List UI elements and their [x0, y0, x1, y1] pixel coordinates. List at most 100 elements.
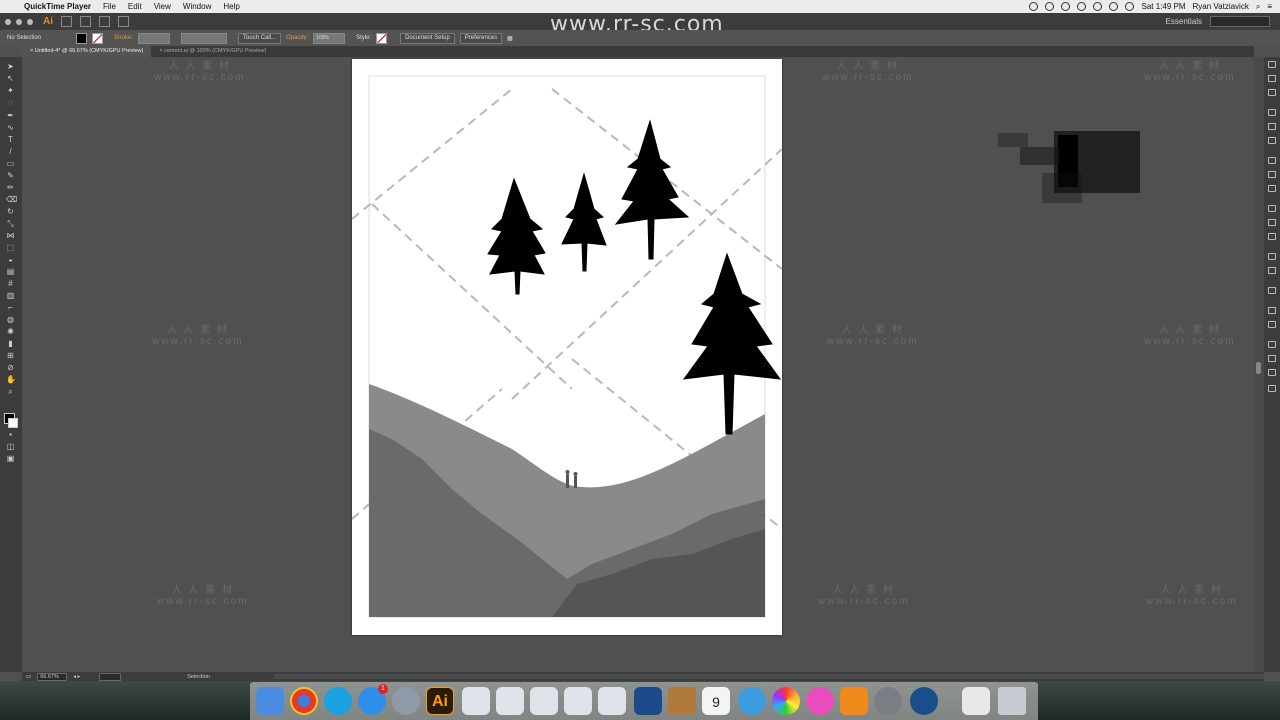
- menu-view[interactable]: View: [148, 2, 177, 11]
- downloads-stack-icon[interactable]: [962, 687, 990, 715]
- color-mode-icon[interactable]: ▪: [6, 431, 15, 439]
- line-tool-icon[interactable]: /: [6, 148, 15, 156]
- curvature-tool-icon[interactable]: ∿: [6, 124, 15, 132]
- image-trace-panel-icon[interactable]: [1268, 233, 1276, 240]
- photos-icon[interactable]: [772, 687, 800, 715]
- sync-icon[interactable]: [1045, 2, 1055, 11]
- eraser-tool-icon[interactable]: ⌫: [6, 196, 17, 204]
- symbols-panel-icon[interactable]: [1268, 137, 1276, 144]
- character-panel-icon[interactable]: [1268, 341, 1276, 348]
- arrange-documents-icon[interactable]: [99, 16, 110, 27]
- bridge-icon[interactable]: [61, 16, 72, 27]
- garageband-icon[interactable]: [668, 687, 696, 715]
- screen-mode-icon[interactable]: ▣: [6, 455, 15, 463]
- perspective-grid-tool-icon[interactable]: ▤: [6, 268, 15, 276]
- column-graph-tool-icon[interactable]: ▮: [6, 340, 15, 348]
- paintbrush-tool-icon[interactable]: ✎: [6, 172, 15, 180]
- document-icon[interactable]: [564, 687, 592, 715]
- calendar-icon[interactable]: 9: [702, 687, 730, 715]
- notification-center-icon[interactable]: ≡: [1267, 2, 1272, 11]
- stock-icon[interactable]: [80, 16, 91, 27]
- status-mode[interactable]: Selection: [187, 674, 210, 680]
- rotate-tool-icon[interactable]: ↻: [6, 208, 15, 216]
- lasso-tool-icon[interactable]: ◌: [6, 99, 15, 107]
- menu-edit[interactable]: Edit: [122, 2, 148, 11]
- bluetooth-icon[interactable]: [1077, 2, 1087, 11]
- blend-tool-icon[interactable]: ◍: [6, 316, 15, 324]
- finder-icon[interactable]: [256, 687, 284, 715]
- document-icon[interactable]: [598, 687, 626, 715]
- artboard-number-field[interactable]: [99, 672, 122, 681]
- itunes-icon[interactable]: [806, 687, 834, 715]
- workspace-switcher[interactable]: Essentials: [1166, 17, 1202, 26]
- opentype-panel-icon[interactable]: [1268, 369, 1276, 376]
- skype-icon[interactable]: [324, 687, 352, 715]
- trash-icon[interactable]: [998, 687, 1026, 715]
- artboard-tool-icon[interactable]: ⊞: [6, 352, 15, 360]
- clock[interactable]: Sat 1:49 PM: [1141, 2, 1185, 11]
- vertical-scrollbar[interactable]: [1254, 57, 1264, 672]
- color-panel-icon[interactable]: [1268, 89, 1276, 96]
- menu-help[interactable]: Help: [217, 2, 245, 11]
- menu-file[interactable]: File: [97, 2, 122, 11]
- align-panel-icon[interactable]: [1268, 307, 1276, 314]
- tab-untitled-4[interactable]: × Untitled-4* @ 66.67% (CMYK/GPU Preview…: [22, 46, 152, 57]
- artboards-panel-icon[interactable]: [1268, 267, 1276, 274]
- swatches-panel-icon[interactable]: [1268, 109, 1276, 116]
- chrome-icon[interactable]: [290, 687, 318, 715]
- battery-icon[interactable]: [1125, 2, 1135, 11]
- fill-swatch[interactable]: [76, 32, 88, 44]
- menu-app-name[interactable]: QuickTime Player: [22, 2, 97, 11]
- document-icon[interactable]: [462, 687, 490, 715]
- app-store-icon[interactable]: 1: [358, 684, 388, 715]
- artboard-nav[interactable]: ◂ ▸: [73, 674, 93, 680]
- zoom-menu-icon[interactable]: ▭: [26, 674, 31, 680]
- graphic-styles-panel-icon[interactable]: [1268, 219, 1276, 226]
- transform-panel-icon[interactable]: [1268, 287, 1276, 294]
- volume-icon[interactable]: [1109, 2, 1119, 11]
- appearance-panel-icon[interactable]: [1268, 205, 1276, 212]
- layers-panel-icon[interactable]: [1268, 253, 1276, 260]
- mesh-tool-icon[interactable]: #: [6, 280, 15, 288]
- selection-tool-icon[interactable]: ➤: [6, 63, 15, 71]
- shape-builder-tool-icon[interactable]: ◒: [6, 256, 15, 264]
- properties-panel-icon[interactable]: [1268, 61, 1276, 68]
- graphic-style-swatch[interactable]: [376, 32, 388, 44]
- opacity-label[interactable]: Opacity:: [286, 35, 308, 41]
- direct-selection-tool-icon[interactable]: ↖: [6, 75, 15, 83]
- horizontal-scrollbar[interactable]: [274, 674, 1264, 679]
- gradient-tool-icon[interactable]: ▥: [6, 292, 15, 300]
- tab-cement[interactable]: × cement.ai @ 100% (CMYK/GPU Preview): [151, 46, 274, 57]
- window-minimize-button[interactable]: [16, 18, 22, 25]
- slice-tool-icon[interactable]: ⊘: [6, 364, 15, 372]
- document-setup-button[interactable]: Document Setup: [400, 32, 455, 44]
- libraries-panel-icon[interactable]: [1268, 75, 1276, 82]
- brush-definition-dropdown[interactable]: Touch Call...: [238, 32, 282, 44]
- scale-tool-icon[interactable]: ⤡: [6, 220, 15, 228]
- system-preferences-icon[interactable]: [874, 687, 902, 715]
- stroke-weight-field[interactable]: [138, 32, 171, 44]
- document-icon[interactable]: [496, 687, 524, 715]
- illustrator-dock-icon[interactable]: Ai: [426, 687, 454, 715]
- document-icon[interactable]: [530, 687, 558, 715]
- gradient-panel-icon[interactable]: [1268, 171, 1276, 178]
- arrange-icon[interactable]: ▦: [507, 35, 513, 42]
- type-tool-icon[interactable]: T: [6, 136, 15, 144]
- width-tool-icon[interactable]: ⋈: [6, 232, 15, 240]
- stroke-color-icon[interactable]: [8, 418, 18, 428]
- opacity-field[interactable]: 100%: [313, 32, 346, 44]
- preferences-button[interactable]: Preferences: [459, 32, 503, 44]
- rectangle-tool-icon[interactable]: ▭: [6, 160, 15, 168]
- hand-tool-icon[interactable]: ✋: [6, 376, 16, 384]
- window-zoom-button[interactable]: [27, 18, 33, 25]
- window-close-button[interactable]: [5, 18, 11, 25]
- zoom-tool-icon[interactable]: ⌕: [6, 388, 15, 396]
- ibooks-icon[interactable]: [840, 687, 868, 715]
- stroke-label[interactable]: Stroke:: [114, 35, 133, 41]
- stroke-swatch[interactable]: [92, 32, 104, 44]
- scroll-thumb[interactable]: [1256, 362, 1261, 374]
- glyphs-panel-icon[interactable]: [1268, 385, 1276, 392]
- draw-mode-icon[interactable]: ◫: [6, 443, 15, 451]
- brushes-panel-icon[interactable]: [1268, 123, 1276, 130]
- magic-wand-tool-icon[interactable]: ✦: [6, 87, 15, 95]
